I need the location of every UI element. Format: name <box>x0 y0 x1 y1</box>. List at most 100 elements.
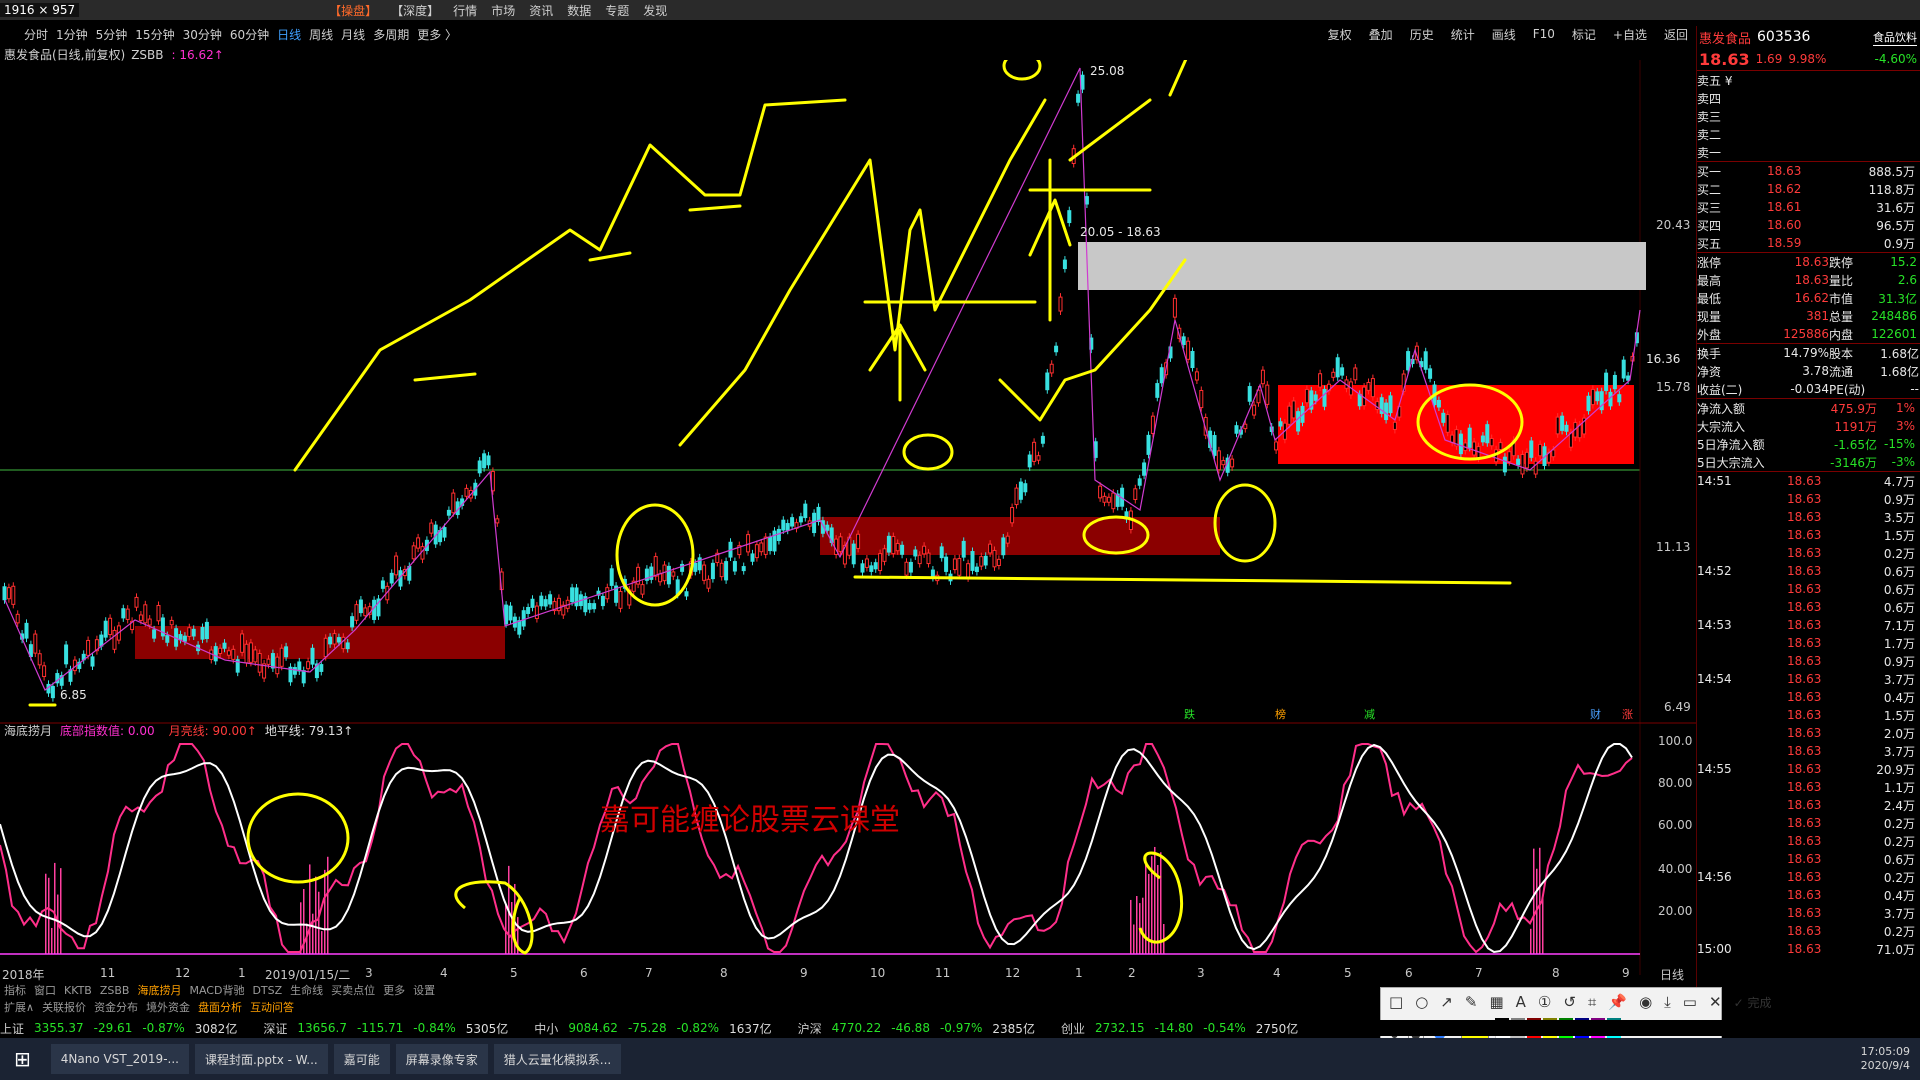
marker-bang[interactable]: 榜 <box>1275 706 1286 722</box>
indicator-tab[interactable]: 指标 <box>4 982 26 998</box>
indicator-tab[interactable]: 生命线 <box>290 982 323 998</box>
sub-chart-name[interactable]: 海底捞月 <box>4 722 52 739</box>
sub-indicator-chart[interactable] <box>0 738 1640 968</box>
crop-icon[interactable]: ⌗ <box>1588 993 1596 1011</box>
indicator-tab[interactable]: 设置 <box>413 982 435 998</box>
arrow-tool-icon[interactable]: ↗ <box>1440 993 1453 1011</box>
period-fenshi[interactable]: 分时 <box>24 26 48 43</box>
tool-fanhui[interactable]: 返回 <box>1664 26 1688 43</box>
task-quant[interactable]: 猎人云量化模拟系... <box>493 1044 622 1074</box>
clock[interactable]: 17:05:09 2020/9/4 <box>1861 1045 1910 1073</box>
candle-body <box>952 558 957 571</box>
candle-body <box>270 653 275 669</box>
indicator-tab[interactable]: MACD背驰 <box>189 982 244 998</box>
candle-body <box>1551 449 1556 458</box>
bid-row: 买三 18.61 31.6万 <box>1697 198 1920 216</box>
menu-hangqing[interactable]: 行情 <box>453 2 477 19</box>
task-nano[interactable]: 4Nano VST_2019-... <box>50 1044 189 1074</box>
menu-shuju[interactable]: 数据 <box>567 2 591 19</box>
extension-tab[interactable]: 关联报价 <box>42 999 86 1015</box>
period-15m[interactable]: 15分钟 <box>135 26 174 43</box>
menu-faxian[interactable]: 发现 <box>643 2 667 19</box>
period-weekly[interactable]: 周线 <box>309 26 333 43</box>
period-multi[interactable]: 多周期 <box>373 26 409 43</box>
save-icon[interactable]: ▭ <box>1683 993 1697 1011</box>
undo-icon[interactable]: ↺ <box>1563 993 1576 1011</box>
candle-body <box>904 561 909 576</box>
period-60m[interactable]: 60分钟 <box>230 26 269 43</box>
candle-body <box>138 614 143 621</box>
indicator-tab[interactable]: 更多 <box>383 982 405 998</box>
circle-tool-icon[interactable]: ○ <box>1415 993 1428 1011</box>
period-5m[interactable]: 5分钟 <box>96 26 128 43</box>
download-icon[interactable]: ⤓ <box>1664 993 1671 1011</box>
menu-caopan[interactable]: 【操盘】 <box>329 2 377 19</box>
task-recorder[interactable]: 屏幕录像专家 <box>395 1044 488 1074</box>
done-button[interactable]: ✓ 完成 <box>1734 994 1772 1011</box>
indicator-tab[interactable]: DTSZ <box>252 984 282 997</box>
sector-name[interactable]: 食品饮料 <box>1873 29 1917 46</box>
extension-tab[interactable]: 境外资金 <box>146 999 190 1015</box>
tool-f10[interactable]: F10 <box>1533 27 1555 41</box>
rect-tool-icon[interactable]: □ <box>1389 993 1403 1011</box>
pen-tool-icon[interactable]: ✎ <box>1465 993 1478 1011</box>
marker-die[interactable]: 跌 <box>1184 706 1195 722</box>
candle-body <box>50 686 55 699</box>
pin-icon[interactable]: 📌 <box>1608 993 1627 1011</box>
candle-body <box>526 607 531 614</box>
tick-list[interactable]: 14:51 18.63 4.7万 18.63 0.9万 18.63 3.5万 18.63 1.5… <box>1697 472 1920 958</box>
candle-body <box>878 553 883 572</box>
marker-jian[interactable]: 减 <box>1364 706 1375 722</box>
tool-diejia[interactable]: 叠加 <box>1369 26 1393 43</box>
period-30m[interactable]: 30分钟 <box>183 26 222 43</box>
bottom-signal-bar <box>1136 896 1138 954</box>
menu-shichang[interactable]: 市场 <box>491 2 515 19</box>
bottom-signal-bar <box>60 868 62 954</box>
extension-tab[interactable]: 扩展∧ <box>4 999 34 1015</box>
extension-tab[interactable]: 盘面分析 <box>198 999 242 1015</box>
extension-tab[interactable]: 资金分布 <box>94 999 138 1015</box>
tool-biaoji[interactable]: 标记 <box>1572 26 1596 43</box>
status-cell: 13656.7 <box>297 1021 347 1035</box>
status-cell: -0.82% <box>676 1021 720 1035</box>
menu-zhuanti[interactable]: 专题 <box>605 2 629 19</box>
tool-zixuan[interactable]: +自选 <box>1613 26 1647 43</box>
quote-cell: 14:54 <box>1697 672 1732 686</box>
windows-start-icon[interactable]: ⊞ <box>14 1047 31 1071</box>
tool-tongji[interactable]: 统计 <box>1451 26 1475 43</box>
tool-huaxian[interactable]: 画线 <box>1492 26 1516 43</box>
menu-shendu[interactable]: 【深度】 <box>391 2 439 19</box>
tool-fuquan[interactable]: 复权 <box>1328 26 1352 43</box>
candle-body <box>200 627 205 640</box>
period-monthly[interactable]: 月线 <box>341 26 365 43</box>
indicator-tab[interactable]: 买卖点位 <box>331 982 375 998</box>
flow-row: 5日净流入额 -1.65亿 -15% <box>1697 435 1920 453</box>
indicator-tab[interactable]: 窗口 <box>34 982 56 998</box>
indicator-tab[interactable]: KKTB <box>64 984 92 997</box>
period-daily[interactable]: 日线 <box>277 26 301 43</box>
mosaic-tool-icon[interactable]: ▦ <box>1489 993 1503 1011</box>
text-tool-icon[interactable]: A <box>1516 993 1526 1011</box>
ask-row: 卖一 <box>1697 143 1920 161</box>
menu-zixun[interactable]: 资讯 <box>529 2 553 19</box>
marker-zhang[interactable]: 涨 <box>1622 706 1633 722</box>
number-tool-icon[interactable]: ① <box>1538 993 1551 1011</box>
task-pptx[interactable]: 课程封面.pptx - W... <box>194 1044 328 1074</box>
task-jiakeneng[interactable]: 嘉可能 <box>333 1044 390 1074</box>
x-axis-mode[interactable]: 日线 <box>1660 966 1684 983</box>
marker-cai[interactable]: 财 <box>1590 706 1601 722</box>
close-icon[interactable]: ✕ <box>1709 993 1722 1011</box>
quote-cell: 14:53 <box>1697 618 1732 632</box>
indicator-tab[interactable]: ZSBB <box>100 984 130 997</box>
capital-flows: 净流入额 475.9万 1% 大宗流入 1191万 3% 5日净流入额 -1.65亿 -15% 5… <box>1697 399 1920 471</box>
extension-tab[interactable]: 互动问答 <box>250 999 294 1015</box>
candle-body <box>1340 367 1345 376</box>
period-1m[interactable]: 1分钟 <box>56 26 88 43</box>
tool-lishi[interactable]: 历史 <box>1410 26 1434 43</box>
indicator-tab[interactable]: 海底捞月 <box>137 982 181 998</box>
period-more[interactable]: 更多 〉 <box>417 26 457 43</box>
quote-cell: 18.63 <box>1787 528 1822 542</box>
candle-body <box>1529 440 1534 458</box>
record-icon[interactable]: ◉ <box>1639 993 1652 1011</box>
x-tick-label: 11 <box>100 966 116 980</box>
